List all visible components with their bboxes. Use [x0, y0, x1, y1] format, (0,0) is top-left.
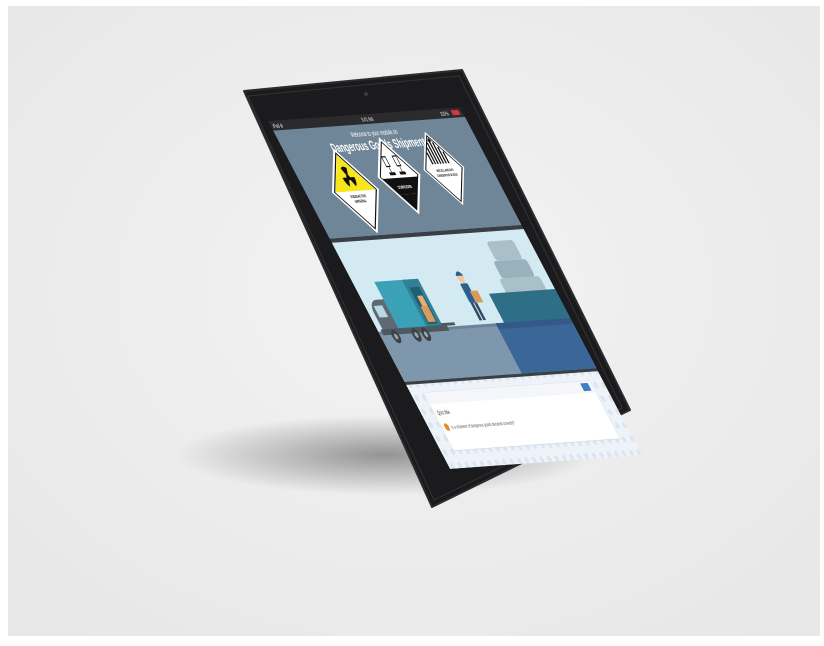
front-camera: [364, 92, 368, 96]
mockup-canvas: iPad ⊛ 9:41 AM 100% Welcome to your modu…: [0, 0, 824, 641]
mockup-stage: iPad ⊛ 9:41 AM 100% Welcome to your modu…: [0, 0, 824, 641]
